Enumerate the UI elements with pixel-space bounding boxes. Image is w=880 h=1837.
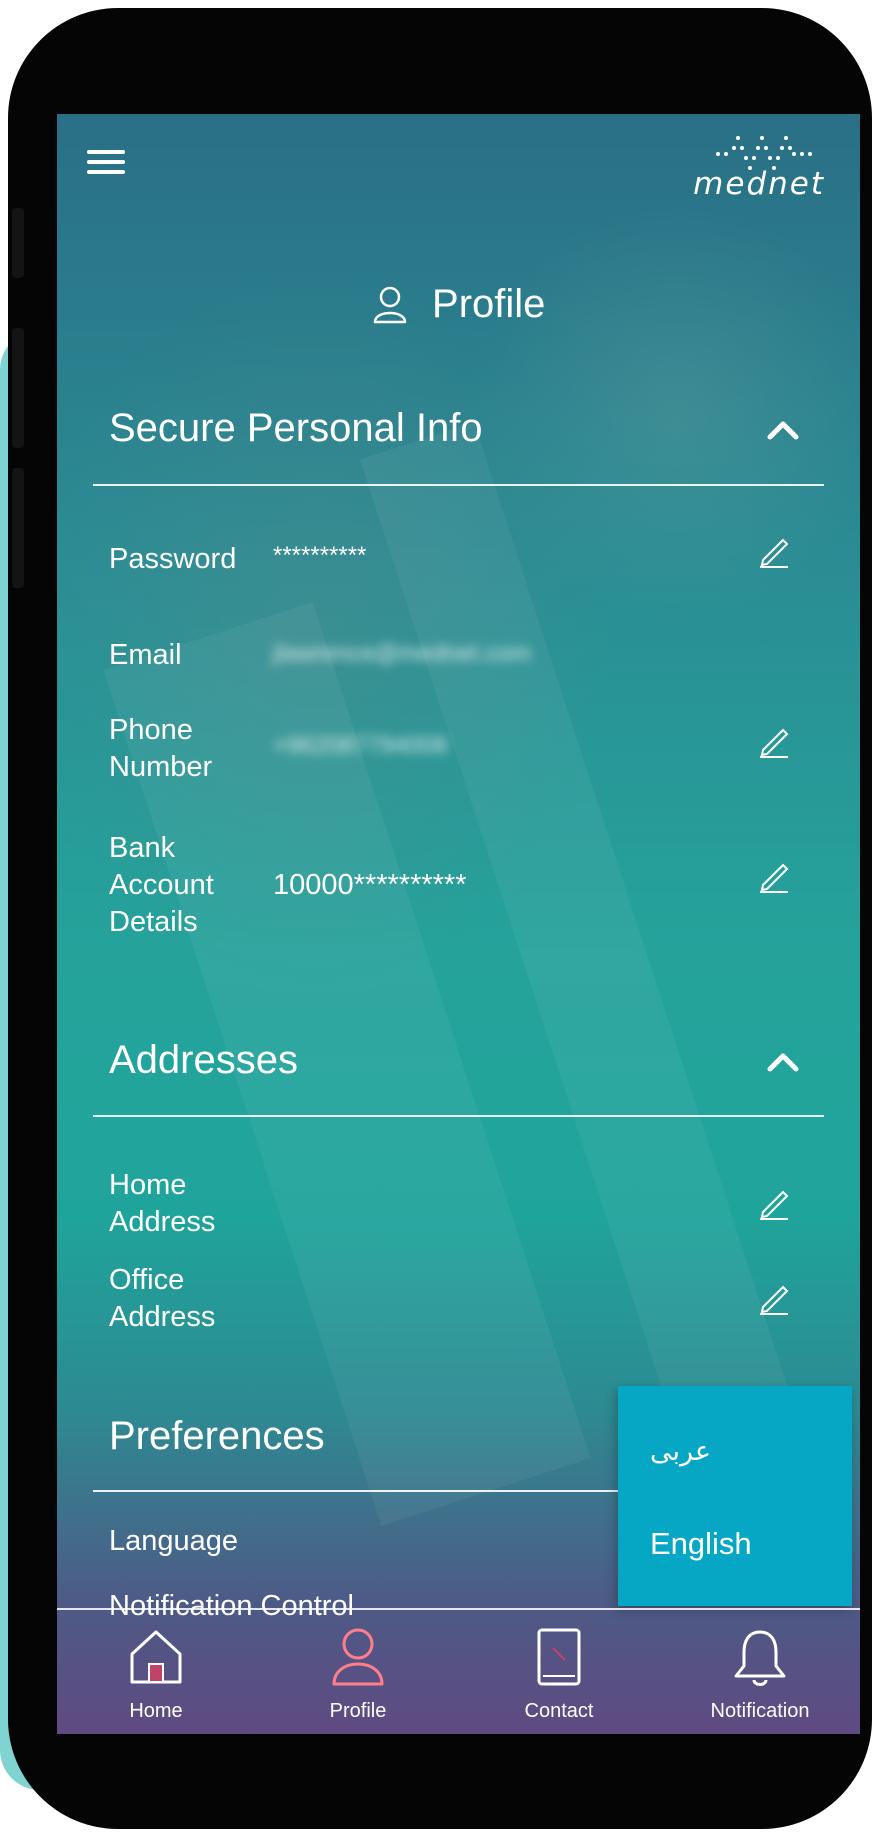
nav-label: Notification xyxy=(710,1700,810,1722)
divider xyxy=(93,1115,824,1117)
edit-phone-pencil-icon[interactable] xyxy=(757,724,791,758)
nav-contact[interactable]: Contact xyxy=(459,1610,659,1734)
bell-icon xyxy=(734,1630,786,1686)
edit-password-pencil-icon[interactable] xyxy=(757,534,791,568)
profile-icon xyxy=(332,1628,384,1686)
home-icon xyxy=(130,1630,182,1684)
divider xyxy=(93,484,824,486)
contact-book-icon xyxy=(537,1628,581,1686)
bottom-navigation: Home Profile Contact Notification xyxy=(57,1608,860,1734)
chevron-up-icon[interactable] xyxy=(767,420,799,440)
section-header-addresses[interactable]: Addresses xyxy=(109,1038,823,1083)
language-option-arabic[interactable]: عربى xyxy=(650,1436,711,1467)
nav-label: Profile xyxy=(329,1700,387,1722)
phone-number-label: Phone Number xyxy=(109,714,213,783)
nav-home[interactable]: Home xyxy=(57,1610,256,1734)
password-label: Password xyxy=(109,543,237,575)
language-option-english[interactable]: English xyxy=(650,1526,752,1562)
app-screen: mednet Profile Secure Personal Info Pass… xyxy=(57,114,860,1734)
bank-account-value: 10000********** xyxy=(273,869,467,901)
home-address-label: Home Address xyxy=(109,1169,216,1238)
edit-home-address-pencil-icon[interactable] xyxy=(757,1186,791,1220)
chevron-up-icon[interactable] xyxy=(767,1052,799,1072)
language-label[interactable]: Language xyxy=(109,1523,238,1560)
nav-notification[interactable]: Notification xyxy=(660,1610,860,1734)
page-title: Profile xyxy=(432,282,546,326)
language-dropdown: عربى English xyxy=(618,1386,852,1606)
phone-side-button xyxy=(12,208,24,278)
email-value: jlawrence@mednet.com xyxy=(273,640,531,667)
section-header-secure-info[interactable]: Secure Personal Info xyxy=(109,406,823,451)
user-icon xyxy=(373,286,406,323)
password-value: ********** xyxy=(273,542,367,569)
phone-side-button xyxy=(12,328,24,448)
nav-label: Contact xyxy=(524,1700,594,1722)
phone-side-button xyxy=(12,468,24,588)
phone-number-value: +962087794008 xyxy=(273,732,448,759)
edit-office-address-pencil-icon[interactable] xyxy=(757,1281,791,1315)
page-header: Profile xyxy=(57,282,860,327)
phone-frame: mednet Profile Secure Personal Info Pass… xyxy=(8,8,872,1829)
nav-label: Home xyxy=(129,1700,183,1722)
nav-profile[interactable]: Profile xyxy=(258,1610,458,1734)
section-title: Secure Personal Info xyxy=(109,406,483,450)
section-title: Addresses xyxy=(109,1038,298,1082)
section-title: Preferences xyxy=(109,1414,325,1458)
edit-bank-pencil-icon[interactable] xyxy=(757,859,791,893)
menu-icon[interactable] xyxy=(87,150,125,176)
brand-name: mednet xyxy=(693,166,825,202)
office-address-label: Office Address xyxy=(109,1264,216,1333)
bank-account-label: Bank Account Details xyxy=(109,832,214,938)
email-label: Email xyxy=(109,639,182,671)
